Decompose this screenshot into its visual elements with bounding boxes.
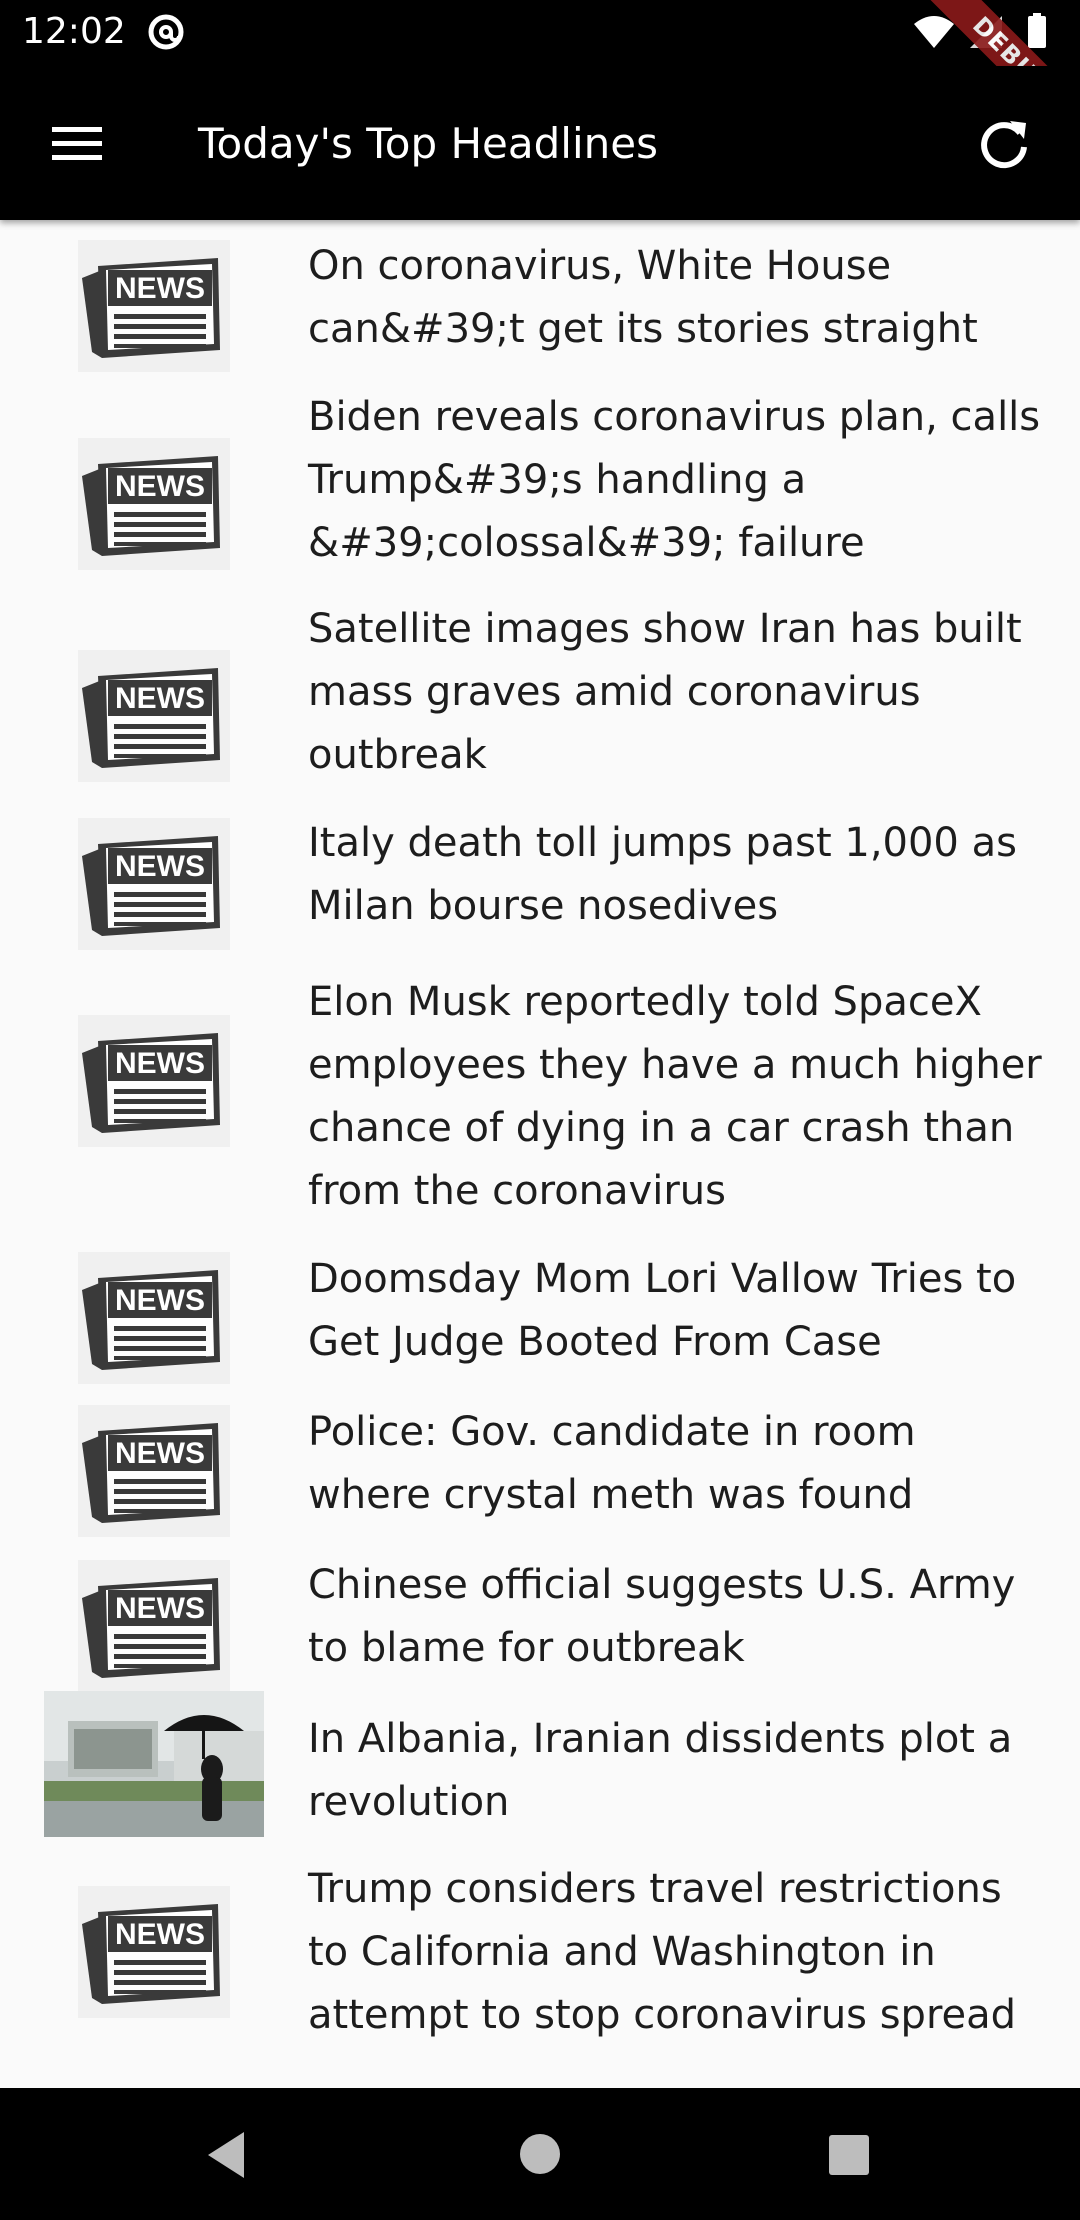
svg-text:NEWS: NEWS (115, 1284, 205, 1317)
headline-title: Chinese official suggests U.S. Army to b… (308, 1562, 1016, 1671)
hamburger-menu-icon[interactable] (36, 111, 116, 175)
refresh-icon[interactable] (964, 111, 1044, 175)
news-icon: NEWS (78, 1252, 230, 1384)
status-bar: 12:02 (0, 0, 1080, 66)
svg-text:NEWS: NEWS (115, 1437, 205, 1470)
headline-title: In Albania, Iranian dissidents plot a re… (308, 1716, 1013, 1825)
wifi-icon (914, 16, 954, 48)
headline-title: Satellite images show Iran has built mas… (308, 606, 1022, 778)
headline-title: Italy death toll jumps past 1,000 as Mil… (308, 820, 1017, 929)
back-icon[interactable] (200, 2128, 254, 2182)
news-icon: NEWS (78, 1015, 230, 1147)
news-icon: NEWS (78, 240, 230, 372)
news-icon: NEWS (78, 438, 230, 570)
signal-icon (970, 16, 1002, 48)
system-nav-bar (0, 2088, 1080, 2220)
svg-text:NEWS: NEWS (115, 1592, 205, 1625)
app-bar: Today's Top Headlines (0, 66, 1080, 220)
news-icon: NEWS (78, 1886, 230, 2018)
page-title: Today's Top Headlines (198, 119, 658, 168)
headline-title: Police: Gov. candidate in room where cry… (308, 1409, 916, 1518)
headline-title: Biden reveals coronavirus plan, calls Tr… (308, 394, 1041, 566)
headline-list[interactable]: NEWS On coronavirus, White House can&#39;… (0, 220, 1080, 2088)
news-icon: NEWS (78, 650, 230, 782)
svg-text:NEWS: NEWS (115, 272, 205, 305)
svg-text:NEWS: NEWS (115, 470, 205, 503)
headline-title: Trump considers travel restrictions to C… (308, 1866, 1017, 2038)
headline-title: Elon Musk reportedly told SpaceX employe… (308, 979, 1042, 1214)
recents-icon[interactable] (828, 2134, 870, 2176)
svg-text:NEWS: NEWS (115, 1918, 205, 1951)
svg-text:NEWS: NEWS (115, 682, 205, 715)
svg-text:NEWS: NEWS (115, 1047, 205, 1080)
news-icon: NEWS (78, 1405, 230, 1537)
headline-title: On coronavirus, White House can&#39;t ge… (308, 243, 978, 352)
svg-text:NEWS: NEWS (115, 850, 205, 883)
headline-title: Doomsday Mom Lori Vallow Tries to Get Ju… (308, 1256, 1017, 1365)
home-icon[interactable] (518, 2132, 562, 2176)
article-photo (44, 1691, 264, 1837)
news-icon: NEWS (78, 818, 230, 950)
app-screen: 12:02 DEBUG Today's Top Headlines NEWS On… (0, 0, 1080, 2220)
at-sign-icon (148, 14, 184, 50)
status-icons (914, 13, 1046, 48)
battery-icon (1028, 16, 1046, 48)
news-icon: NEWS (78, 1560, 230, 1692)
status-time: 12:02 (22, 11, 126, 52)
